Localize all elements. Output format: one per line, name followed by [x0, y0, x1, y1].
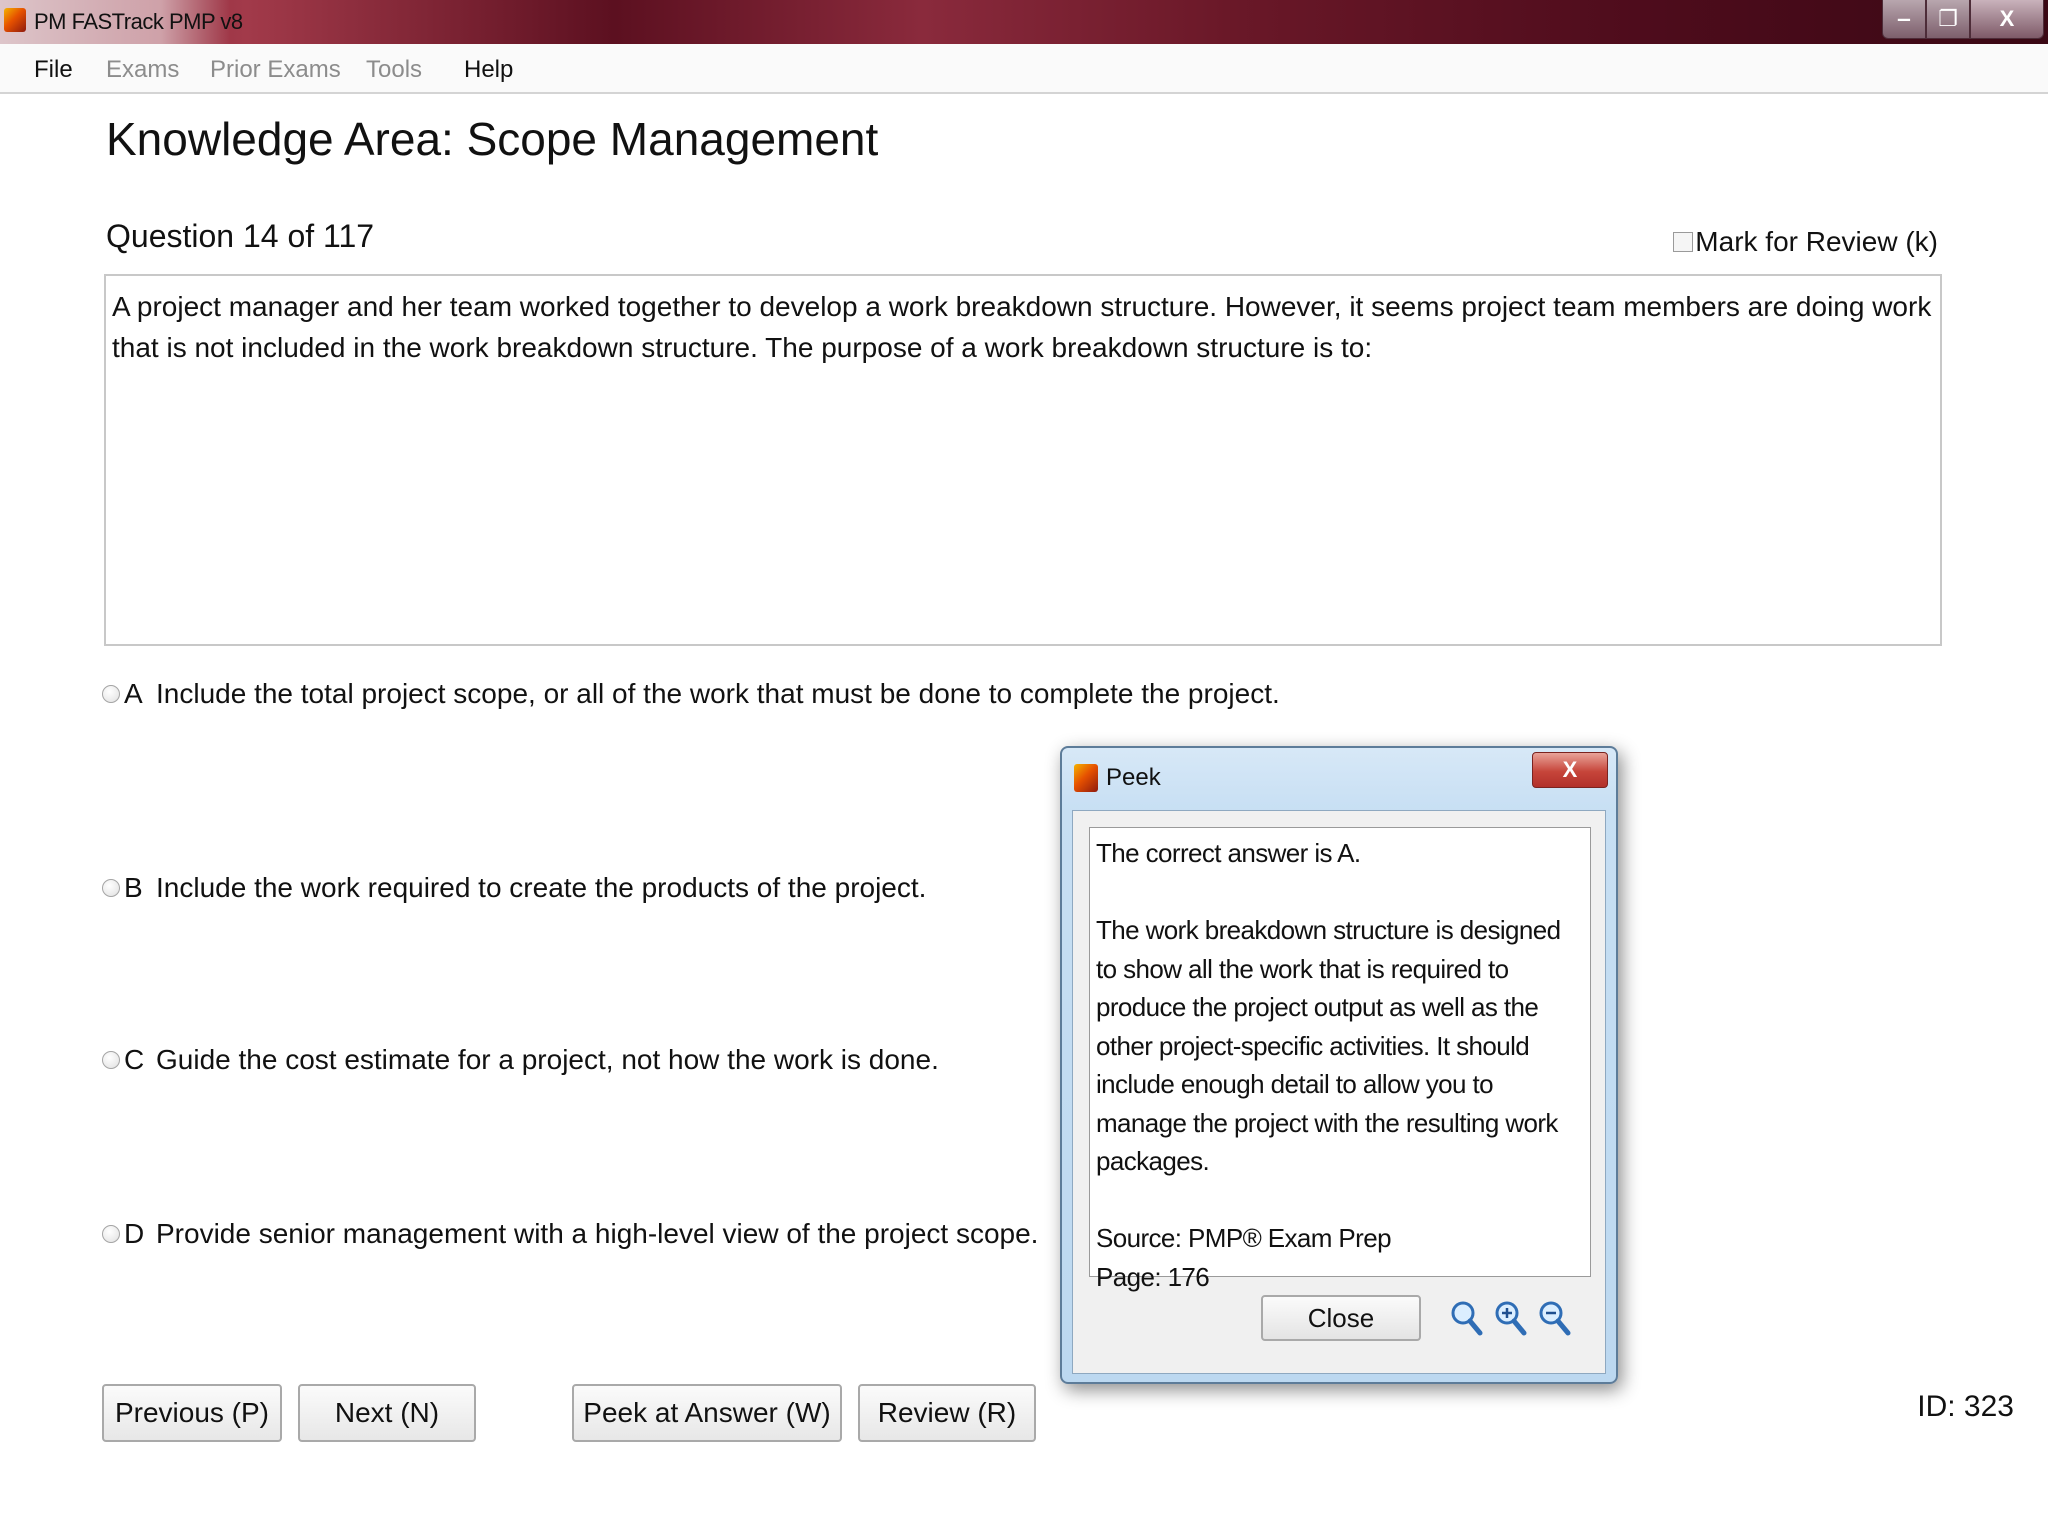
option-b-radio[interactable] — [102, 879, 120, 897]
question-id: ID: 323 — [1917, 1390, 2014, 1423]
option-b[interactable]: B Include the work required to create th… — [102, 872, 926, 904]
mark-for-review[interactable]: Mark for Review (k) — [1673, 226, 1938, 258]
menu-exams[interactable]: Exams — [106, 56, 179, 84]
question-counter: Question 14 of 117 — [106, 218, 375, 254]
window-title: PM FASTrack PMP v8 — [34, 9, 243, 34]
option-d-letter: D — [124, 1218, 145, 1249]
app-icon — [4, 8, 26, 32]
window-controls: ‒ ❐ X — [1882, 0, 2044, 40]
menu-file[interactable]: File — [34, 56, 73, 84]
option-b-text: Include the work required to create the … — [156, 872, 927, 903]
peek-close-button[interactable]: Close — [1261, 1295, 1421, 1341]
option-c-radio[interactable] — [102, 1051, 120, 1069]
peek-title: Peek — [1106, 764, 1161, 791]
option-a-text: Include the total project scope, or all … — [156, 678, 1280, 709]
close-icon: X — [1999, 6, 2015, 31]
mark-for-review-checkbox[interactable] — [1673, 232, 1694, 252]
peek-answer-line: The correct answer is A. — [1096, 838, 1361, 868]
mark-for-review-label: Mark for Review (k) — [1695, 226, 1938, 257]
title-bar: PM FASTrack PMP v8 ‒ ❐ X — [0, 0, 2048, 44]
peek-page: Page: 176 — [1096, 1261, 1210, 1292]
restore-button[interactable]: ❐ — [1926, 0, 1970, 39]
peek-app-icon — [1074, 764, 1098, 792]
peek-at-answer-button[interactable]: Peek at Answer (W) — [572, 1384, 842, 1442]
peek-body: The correct answer is A. The work breakd… — [1072, 810, 1606, 1374]
close-window-button[interactable]: X — [1970, 0, 2044, 39]
review-button[interactable]: Review (R) — [858, 1384, 1036, 1442]
minimize-button[interactable]: ‒ — [1882, 0, 1926, 39]
previous-button[interactable]: Previous (P) — [102, 1384, 282, 1442]
peek-dialog: Peek X The correct answer is A. The work… — [1060, 746, 1618, 1384]
close-icon: X — [1562, 757, 1578, 782]
option-a[interactable]: A Include the total project scope, or al… — [102, 678, 1280, 710]
option-c-letter: C — [124, 1044, 145, 1075]
restore-icon: ❐ — [1938, 6, 1958, 31]
search-icon[interactable] — [1449, 1299, 1483, 1337]
menu-tools[interactable]: Tools — [366, 56, 422, 84]
option-d-text: Provide senior management with a high-le… — [156, 1218, 1039, 1249]
menu-bar: File Exams Prior Exams Tools Help — [0, 44, 2048, 94]
option-b-letter: B — [124, 872, 143, 903]
option-d[interactable]: D Provide senior management with a high-… — [102, 1218, 1038, 1250]
menu-prior-exams[interactable]: Prior Exams — [210, 56, 341, 84]
option-c[interactable]: C Guide the cost estimate for a project,… — [102, 1044, 939, 1076]
option-a-radio[interactable] — [102, 685, 120, 703]
peek-close-x-button[interactable]: X — [1532, 752, 1608, 788]
option-a-letter: A — [124, 678, 143, 709]
option-c-text: Guide the cost estimate for a project, n… — [156, 1044, 939, 1075]
peek-explanation: The work breakdown structure is designed… — [1096, 915, 1561, 1176]
menu-help[interactable]: Help — [464, 56, 513, 84]
zoom-out-icon[interactable] — [1537, 1299, 1571, 1337]
option-d-radio[interactable] — [102, 1225, 120, 1243]
knowledge-area-title: Knowledge Area: Scope Management — [106, 113, 879, 165]
peek-answer-text: The correct answer is A. The work breakd… — [1089, 827, 1591, 1292]
minimize-icon: ‒ — [1897, 6, 1911, 31]
peek-source: Source: PMP® Exam Prep — [1096, 1223, 1392, 1253]
question-text: A project manager and her team worked to… — [104, 274, 1942, 646]
zoom-in-icon[interactable] — [1493, 1299, 1527, 1337]
next-button[interactable]: Next (N) — [298, 1384, 476, 1442]
